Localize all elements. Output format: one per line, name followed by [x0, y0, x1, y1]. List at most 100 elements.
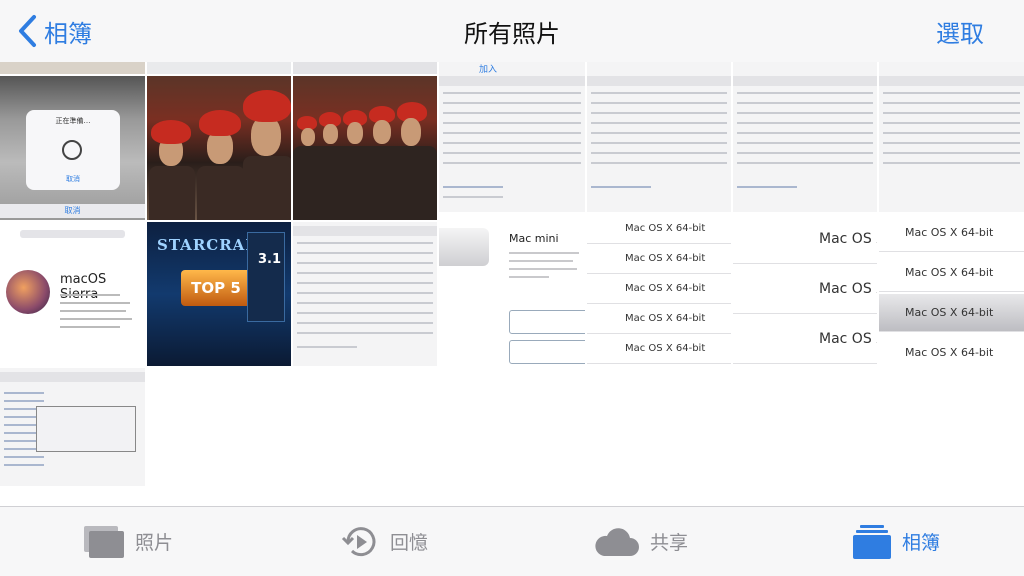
- table-row: [443, 102, 581, 104]
- select-button[interactable]: 選取: [936, 14, 984, 49]
- photo-thumbnail[interactable]: [293, 76, 437, 220]
- photo-thumbnail[interactable]: Mac OS X 64-bit Mac OS X 64-bit Mac OS X…: [879, 214, 1024, 366]
- photo-thumbnail[interactable]: [587, 62, 731, 212]
- tab-memories[interactable]: 回憶: [256, 507, 512, 576]
- photo-thumbnail[interactable]: Mac OS X Mac OS X Mac OS X: [733, 214, 877, 364]
- figure-robe: [197, 166, 245, 220]
- os-list-item: Mac OS X 64-bit: [587, 334, 731, 364]
- back-button-label: 相簿: [44, 19, 92, 48]
- os-list-item: Mac OS X: [733, 314, 877, 364]
- tab-photos[interactable]: 照片: [0, 507, 256, 576]
- table-row: [4, 464, 44, 466]
- table-row: [443, 152, 581, 154]
- toolbar: [733, 76, 877, 86]
- table-row: [737, 152, 873, 154]
- table-row: [737, 162, 873, 164]
- os-list-item: Mac OS X 64-bit: [879, 334, 1024, 366]
- page-title: 所有照片: [464, 19, 560, 48]
- os-list-item: Mac OS X 64-bit: [587, 304, 731, 334]
- preparing-cancel-bar: 取消: [0, 204, 145, 218]
- option-box: [509, 340, 585, 364]
- os-list-item: Mac OS X: [733, 264, 877, 314]
- toolbar: [439, 76, 585, 86]
- photo-thumbnail[interactable]: [0, 368, 145, 506]
- side-panel: [247, 232, 285, 322]
- photo-thumbnail[interactable]: STARCRAFT TOP 5 3.1: [147, 222, 291, 366]
- table-row: [443, 122, 581, 124]
- table-row: [443, 132, 581, 134]
- table-row: [297, 262, 433, 264]
- toolbar: [587, 76, 731, 86]
- mac-mini-title: Mac mini: [509, 232, 559, 245]
- table-row: [443, 196, 503, 198]
- table-row: [883, 152, 1020, 154]
- photo-thumbnail[interactable]: [879, 62, 1024, 212]
- table-row: [883, 102, 1020, 104]
- table-row: [591, 152, 727, 154]
- os-list-item: Mac OS X 64-bit: [587, 274, 731, 304]
- info-line: [60, 302, 130, 304]
- table-row: [443, 186, 503, 188]
- macos-icon: [6, 270, 50, 314]
- table-row: [737, 186, 797, 188]
- table-row: [883, 122, 1020, 124]
- photos-icon: [83, 525, 124, 558]
- photo-thumbnail[interactable]: [733, 62, 877, 212]
- figure-hat: [243, 90, 291, 122]
- table-row: [737, 142, 873, 144]
- table-row: [297, 282, 433, 284]
- dialog-window: [36, 406, 136, 452]
- photo-thumbnail[interactable]: [147, 76, 291, 220]
- os-list-item: Mac OS X: [733, 214, 877, 264]
- table-row: [591, 186, 651, 188]
- tab-shared[interactable]: 共享: [512, 507, 768, 576]
- photo-thumbnail[interactable]: 加入: [439, 62, 585, 212]
- photo-thumbnail[interactable]: Mac OS X 64-bit Mac OS X 64-bit Mac OS X…: [587, 214, 731, 364]
- toolbar: [293, 226, 437, 236]
- info-line: [60, 310, 126, 312]
- table-row: [297, 252, 433, 254]
- os-list-item: Mac OS X 64-bit: [587, 214, 731, 244]
- photo-thumbnail[interactable]: [293, 222, 437, 366]
- photo-thumbnail[interactable]: [147, 62, 291, 74]
- figure-face: [301, 128, 315, 146]
- table-row: [737, 122, 873, 124]
- photo-thumbnail[interactable]: macOS Sierra: [0, 222, 145, 366]
- navigation-bar: 相簿 所有照片 選取: [0, 0, 1024, 62]
- table-row: [297, 322, 433, 324]
- photo-thumbnail[interactable]: Mac mini: [439, 214, 585, 366]
- table-row: [297, 292, 433, 294]
- info-line: [60, 326, 120, 328]
- info-line: [509, 268, 577, 270]
- photo-thumbnail-preparing[interactable]: 正在準備… 取消 取消: [0, 76, 145, 220]
- photo-thumbnail[interactable]: [293, 62, 437, 74]
- tab-memories-label: 回憶: [389, 532, 428, 554]
- table-row: [4, 456, 44, 458]
- info-line: [509, 276, 549, 278]
- table-row: [297, 242, 433, 244]
- toolbar: [879, 76, 1024, 86]
- info-line: [60, 294, 120, 296]
- preparing-text: 正在準備…: [55, 117, 91, 125]
- photo-grid: 正在準備… 取消 取消 加入 macOS Sierra STARCRAFT TO…: [0, 62, 1024, 506]
- os-list-item: Mac OS X 64-bit: [587, 244, 731, 274]
- tab-albums[interactable]: 相簿: [768, 507, 1024, 576]
- table-row: [883, 112, 1020, 114]
- table-row: [591, 92, 727, 94]
- table-row: [297, 346, 357, 348]
- figure-face: [373, 120, 391, 144]
- back-button[interactable]: 相簿: [16, 13, 92, 49]
- table-row: [737, 102, 873, 104]
- preparing-dialog: 正在準備… 取消: [26, 110, 120, 190]
- figure-face: [323, 124, 338, 144]
- table-row: [443, 92, 581, 94]
- figure-robe: [293, 146, 437, 220]
- figure-robe: [149, 166, 195, 220]
- photos-app-screen: 相簿 所有照片 選取 正在準備… 取消 取消 加入 macOS Sierra S…: [0, 0, 1024, 576]
- photo-thumbnail[interactable]: [0, 62, 145, 74]
- figure-face: [347, 122, 363, 144]
- figure-hat: [151, 120, 191, 144]
- figure-face: [401, 118, 421, 146]
- toolbar: [0, 372, 145, 382]
- memories-icon: [341, 526, 376, 556]
